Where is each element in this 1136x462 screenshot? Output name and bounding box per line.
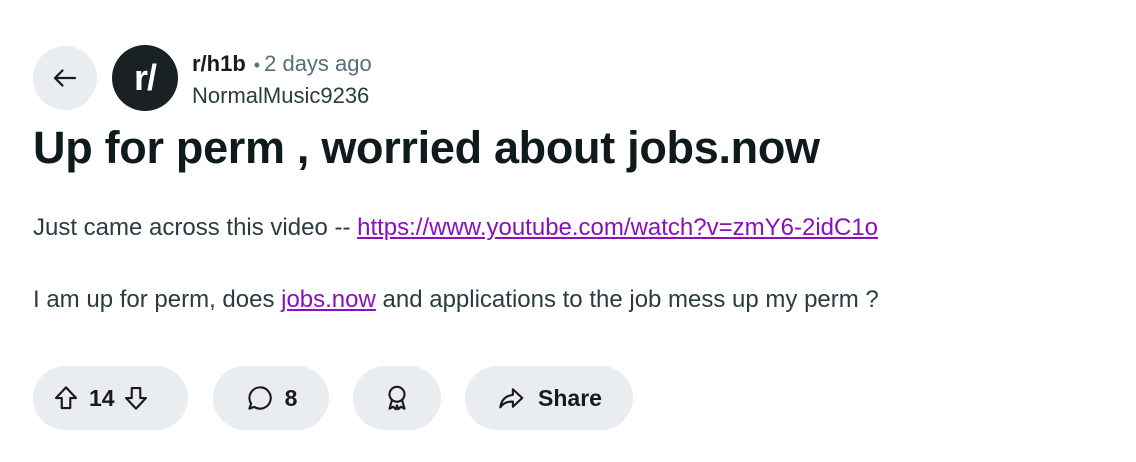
post-body-paragraph-1: Just came across this video -- https://w…: [33, 212, 878, 244]
vote-count: 14: [89, 384, 115, 411]
body-text: Just came across this video --: [33, 214, 358, 241]
avatar-text: r/: [133, 57, 157, 98]
meta-separator: •: [253, 55, 261, 75]
post-body-paragraph-2: I am up for perm, does jobs.now and appl…: [33, 284, 879, 316]
back-button[interactable]: [33, 46, 97, 110]
youtube-link[interactable]: https://www.youtube.com/watch?v=zmY6-2id…: [357, 214, 878, 241]
post-time: 2 days ago: [264, 51, 372, 76]
body-text: I am up for perm, does: [33, 286, 282, 313]
arrow-up-icon[interactable]: [51, 383, 81, 413]
share-label: Share: [538, 384, 602, 411]
arrow-left-icon: [50, 63, 80, 93]
comments-button[interactable]: 8: [213, 366, 329, 430]
author-link[interactable]: NormalMusic9236: [192, 82, 369, 110]
award-ribbon-icon: [382, 383, 412, 413]
post-meta: r/h1b • 2 days ago: [192, 50, 372, 79]
vote-bar: 14: [33, 366, 188, 430]
subreddit-link[interactable]: r/h1b: [192, 51, 246, 76]
speech-bubble-icon: [245, 383, 275, 413]
post-title: Up for perm , worried about jobs.now: [33, 122, 820, 173]
arrow-down-icon[interactable]: [121, 383, 151, 413]
jobs-now-link[interactable]: jobs.now: [281, 286, 376, 313]
share-arrow-icon: [496, 383, 526, 413]
share-button[interactable]: Share: [465, 366, 633, 430]
subreddit-avatar[interactable]: r/: [112, 45, 178, 111]
body-text: and applications to the job mess up my p…: [375, 286, 879, 313]
award-button[interactable]: [353, 366, 441, 430]
comment-count: 8: [284, 384, 298, 411]
